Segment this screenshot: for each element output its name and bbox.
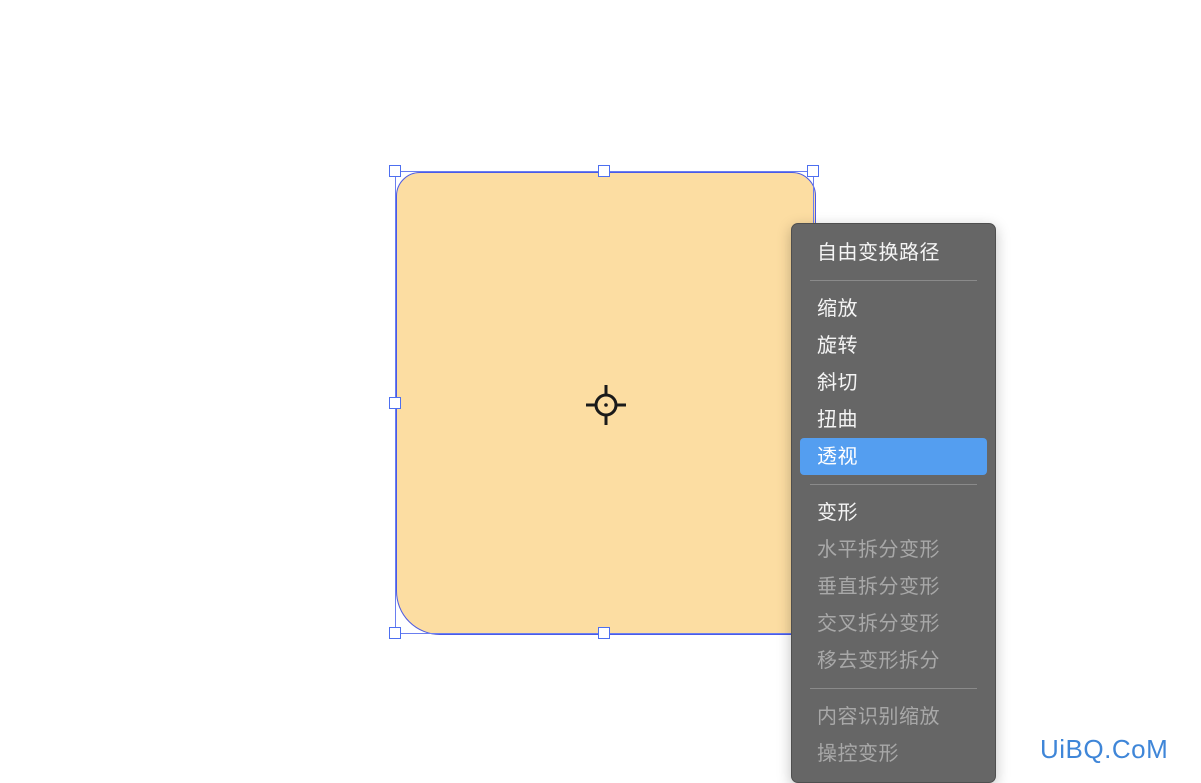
crosshair-icon[interactable] bbox=[585, 384, 627, 426]
menu-item-6[interactable]: 透视 bbox=[800, 438, 987, 475]
handle-bottom-left[interactable] bbox=[389, 627, 401, 639]
menu-item-8[interactable]: 变形 bbox=[800, 494, 987, 531]
transform-context-menu: 自由变换路径 缩放 旋转 斜切 扭曲 透视变形水平拆分变形 垂直拆分变形 交叉拆分变形 移去变形… bbox=[791, 223, 996, 783]
menu-item-9: 水平拆分变形 bbox=[817, 537, 940, 561]
menu-separator bbox=[810, 688, 977, 689]
menu-item-14: 内容识别缩放 bbox=[817, 704, 940, 728]
menu-separator bbox=[810, 280, 977, 281]
menu-item-10: 垂直拆分变形 bbox=[817, 574, 940, 598]
menu-separator bbox=[810, 484, 977, 485]
menu-item-0[interactable]: 自由变换路径 bbox=[800, 234, 987, 271]
watermark: UiBQ.CoM bbox=[1040, 734, 1169, 764]
menu-item-12: 移去变形拆分 bbox=[817, 648, 940, 672]
menu-item-15: 操控变形 bbox=[817, 741, 899, 765]
handle-top-left[interactable] bbox=[389, 165, 401, 177]
handle-top-center[interactable] bbox=[598, 165, 610, 177]
menu-item-5[interactable]: 扭曲 bbox=[800, 401, 987, 438]
menu-item-4[interactable]: 斜切 bbox=[800, 364, 987, 401]
handle-top-right[interactable] bbox=[807, 165, 819, 177]
menu-item-2[interactable]: 缩放 bbox=[800, 290, 987, 327]
handle-middle-left[interactable] bbox=[389, 397, 401, 409]
canvas[interactable]: 自由变换路径 缩放 旋转 斜切 扭曲 透视变形水平拆分变形 垂直拆分变形 交叉拆分变形 移去变形… bbox=[0, 0, 1201, 783]
handle-bottom-center[interactable] bbox=[598, 627, 610, 639]
menu-item-3[interactable]: 旋转 bbox=[800, 327, 987, 364]
menu-item-11: 交叉拆分变形 bbox=[817, 611, 940, 635]
